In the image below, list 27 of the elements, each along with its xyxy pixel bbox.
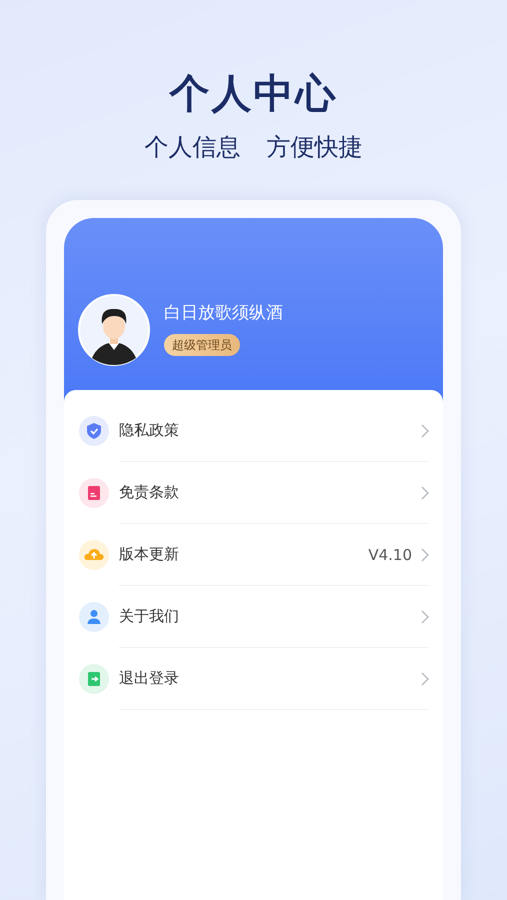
version-value: V4.10 [368, 546, 412, 564]
page-subtitle: 方便快捷 [266, 132, 362, 162]
chevron-right-icon [421, 548, 429, 562]
menu-label: 退出登录 [119, 669, 180, 688]
page-title: 个人中心 [170, 70, 338, 119]
document-icon [78, 476, 110, 508]
role-badge: 超级管理员 [164, 334, 240, 356]
chevron-right-icon [421, 424, 429, 438]
menu-item[interactable]: 退出登录 [78, 648, 429, 709]
menu-item[interactable]: 关于我们 [78, 586, 429, 647]
person-icon [78, 600, 110, 632]
user-name: 白日放歌须纵酒 [164, 302, 283, 324]
menu-label: 免责条款 [119, 483, 180, 502]
avatar-icon [78, 294, 150, 366]
menu-item[interactable]: 版本更新 V4.10 [78, 524, 429, 585]
menu-label: 隐私政策 [119, 421, 180, 440]
menu-label: 关于我们 [119, 607, 180, 626]
menu-item[interactable]: 免责条款 [78, 462, 429, 523]
page-subtitle: 个人信息 [144, 132, 240, 162]
chevron-right-icon [421, 672, 429, 686]
cloud-upload-icon [78, 538, 110, 570]
menu-item[interactable]: 隐私政策 [78, 400, 429, 461]
shield-icon [78, 414, 110, 446]
chevron-right-icon [421, 486, 429, 500]
chevron-right-icon [421, 610, 429, 624]
exit-icon [78, 662, 110, 694]
menu-label: 版本更新 [119, 545, 180, 564]
